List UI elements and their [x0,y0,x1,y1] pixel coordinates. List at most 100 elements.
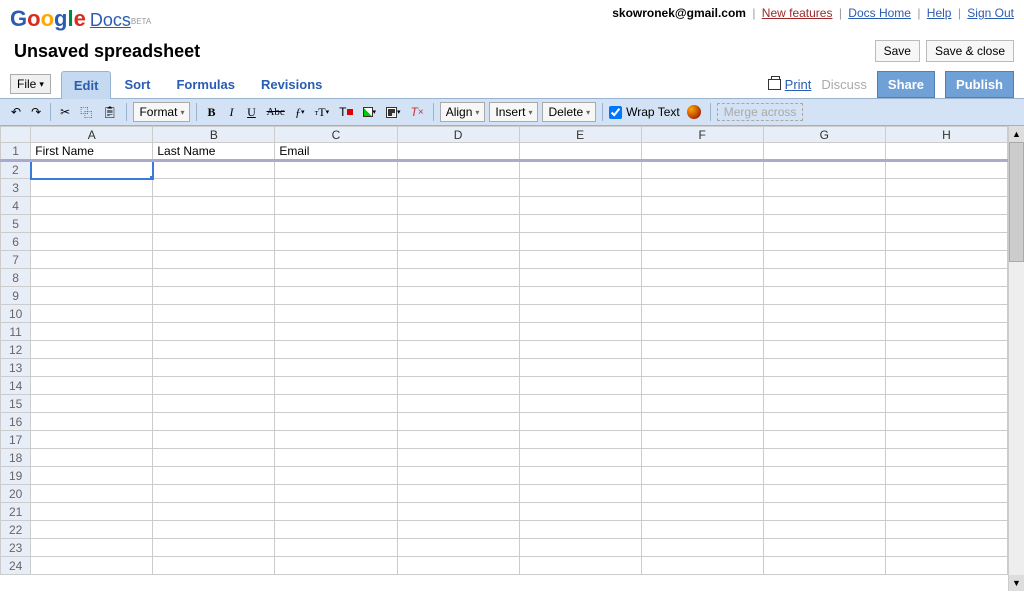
cell-E2[interactable] [519,161,641,179]
cell-C5[interactable] [275,215,397,233]
cell-G15[interactable] [763,395,885,413]
cell-B16[interactable] [153,413,275,431]
cell-B7[interactable] [153,251,275,269]
cell-H1[interactable] [885,143,1007,161]
cell-C18[interactable] [275,449,397,467]
cell-F21[interactable] [641,503,763,521]
cell-G4[interactable] [763,197,885,215]
row-header-3[interactable]: 3 [1,179,31,197]
cell-D4[interactable] [397,197,519,215]
cell-A14[interactable] [31,377,153,395]
cell-A7[interactable] [31,251,153,269]
cell-D16[interactable] [397,413,519,431]
cell-H3[interactable] [885,179,1007,197]
col-header-A[interactable]: A [31,127,153,143]
wrap-text-toggle[interactable]: Wrap Text [609,105,680,119]
row-header-10[interactable]: 10 [1,305,31,323]
cell-B11[interactable] [153,323,275,341]
underline-icon[interactable]: U [243,102,259,122]
cell-E21[interactable] [519,503,641,521]
cell-F24[interactable] [641,557,763,575]
cell-F7[interactable] [641,251,763,269]
cell-F22[interactable] [641,521,763,539]
cell-F16[interactable] [641,413,763,431]
cell-A12[interactable] [31,341,153,359]
cell-A3[interactable] [31,179,153,197]
cell-H19[interactable] [885,467,1007,485]
cell-F4[interactable] [641,197,763,215]
cell-C17[interactable] [275,431,397,449]
cell-B9[interactable] [153,287,275,305]
cell-E15[interactable] [519,395,641,413]
cell-A4[interactable] [31,197,153,215]
cell-H13[interactable] [885,359,1007,377]
col-header-C[interactable]: C [275,127,397,143]
cell-G2[interactable] [763,161,885,179]
cell-C6[interactable] [275,233,397,251]
publish-button[interactable]: Publish [945,71,1014,98]
row-header-19[interactable]: 19 [1,467,31,485]
delete-menu[interactable]: Delete [542,102,596,122]
cell-D5[interactable] [397,215,519,233]
cell-G5[interactable] [763,215,885,233]
cell-G18[interactable] [763,449,885,467]
cell-C19[interactable] [275,467,397,485]
cell-A9[interactable] [31,287,153,305]
row-header-15[interactable]: 15 [1,395,31,413]
cell-B2[interactable] [153,161,275,179]
cell-B5[interactable] [153,215,275,233]
cell-A1[interactable]: First Name [31,143,153,161]
cell-H16[interactable] [885,413,1007,431]
cell-D12[interactable] [397,341,519,359]
row-header-20[interactable]: 20 [1,485,31,503]
cell-B4[interactable] [153,197,275,215]
cell-A23[interactable] [31,539,153,557]
cell-G3[interactable] [763,179,885,197]
cell-H22[interactable] [885,521,1007,539]
cell-A10[interactable] [31,305,153,323]
cell-H7[interactable] [885,251,1007,269]
cell-A22[interactable] [31,521,153,539]
row-header-24[interactable]: 24 [1,557,31,575]
cell-C7[interactable] [275,251,397,269]
paste-icon[interactable]: 📋︎ [99,102,120,122]
cell-D13[interactable] [397,359,519,377]
cell-G16[interactable] [763,413,885,431]
cell-A18[interactable] [31,449,153,467]
cell-F15[interactable] [641,395,763,413]
cell-C12[interactable] [275,341,397,359]
cell-A19[interactable] [31,467,153,485]
fill-color-icon[interactable]: ▾ [360,102,380,122]
cell-C3[interactable] [275,179,397,197]
cell-F1[interactable] [641,143,763,161]
cell-A21[interactable] [31,503,153,521]
cell-D18[interactable] [397,449,519,467]
cell-D8[interactable] [397,269,519,287]
cell-C8[interactable] [275,269,397,287]
cell-H15[interactable] [885,395,1007,413]
cell-B24[interactable] [153,557,275,575]
vertical-scrollbar[interactable]: ▲ ▼ [1008,126,1024,591]
cell-C13[interactable] [275,359,397,377]
cell-E3[interactable] [519,179,641,197]
cell-F19[interactable] [641,467,763,485]
cell-B22[interactable] [153,521,275,539]
row-header-17[interactable]: 17 [1,431,31,449]
cell-H24[interactable] [885,557,1007,575]
save-button[interactable]: Save [875,40,920,62]
cell-E11[interactable] [519,323,641,341]
col-header-B[interactable]: B [153,127,275,143]
cell-B15[interactable] [153,395,275,413]
print-link[interactable]: Print [768,77,812,92]
cell-G23[interactable] [763,539,885,557]
cell-C20[interactable] [275,485,397,503]
cell-G21[interactable] [763,503,885,521]
help-link[interactable]: Help [927,6,952,20]
cell-D15[interactable] [397,395,519,413]
cell-B17[interactable] [153,431,275,449]
cell-A24[interactable] [31,557,153,575]
cell-A6[interactable] [31,233,153,251]
cell-D19[interactable] [397,467,519,485]
insert-menu[interactable]: Insert [489,102,538,122]
cell-D11[interactable] [397,323,519,341]
